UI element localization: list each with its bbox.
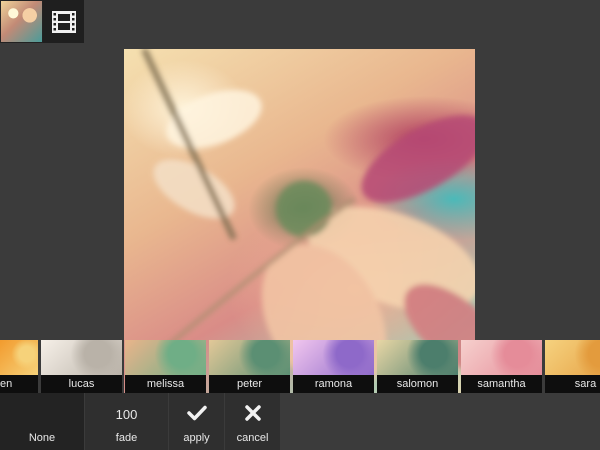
filter-item-lucas[interactable]: lucas [41,340,122,393]
filter-item-salomon[interactable]: salomon [377,340,458,393]
apply-label: apply [183,432,210,444]
filter-item-melissa[interactable]: melissa [125,340,206,393]
filter-preview-thumbnail [293,340,374,375]
cancel-button[interactable]: cancel [225,393,280,450]
film-icon [51,10,76,33]
filter-preview-thumbnail [545,340,600,375]
close-icon [244,405,261,421]
filter-label: en [0,375,38,393]
filter-label: samantha [461,375,542,393]
fade-label: fade [115,432,138,444]
filter-item-samantha[interactable]: samantha [461,340,542,393]
photo-thumbnail-icon [1,1,42,42]
filter-item-peter[interactable]: peter [209,340,290,393]
fade-value: 100 [115,407,138,422]
none-label: None [28,432,56,444]
filter-label: lucas [41,375,122,393]
filter-item-ramona[interactable]: ramona [293,340,374,393]
filter-preview-thumbnail [377,340,458,375]
none-button[interactable]: None [0,393,84,450]
filter-filmstrip[interactable]: en lucas melissa peter ramona salomon samantha… [0,340,600,393]
filter-label: salomon [377,375,458,393]
filter-preview-thumbnail [209,340,290,375]
filter-label: ramona [293,375,374,393]
filter-preview-thumbnail [41,340,122,375]
top-toolbar [0,0,84,43]
filter-item-en[interactable]: en [0,340,38,393]
photo-thumbnail-button[interactable] [0,0,43,43]
filter-preview-thumbnail [125,340,206,375]
filter-label: peter [209,375,290,393]
fade-button[interactable]: 100 fade [85,393,168,450]
bottom-toolbar: None 100 fade apply cancel [0,393,600,450]
filter-label: sara [545,375,600,393]
video-mode-button[interactable] [43,0,84,43]
filter-label: melissa [125,375,206,393]
cancel-label: cancel [236,432,269,444]
filter-preview-thumbnail [461,340,542,375]
filter-item-sara[interactable]: sara [545,340,600,393]
filter-preview-thumbnail [0,340,38,375]
checkmark-icon [186,405,207,421]
apply-button[interactable]: apply [169,393,224,450]
